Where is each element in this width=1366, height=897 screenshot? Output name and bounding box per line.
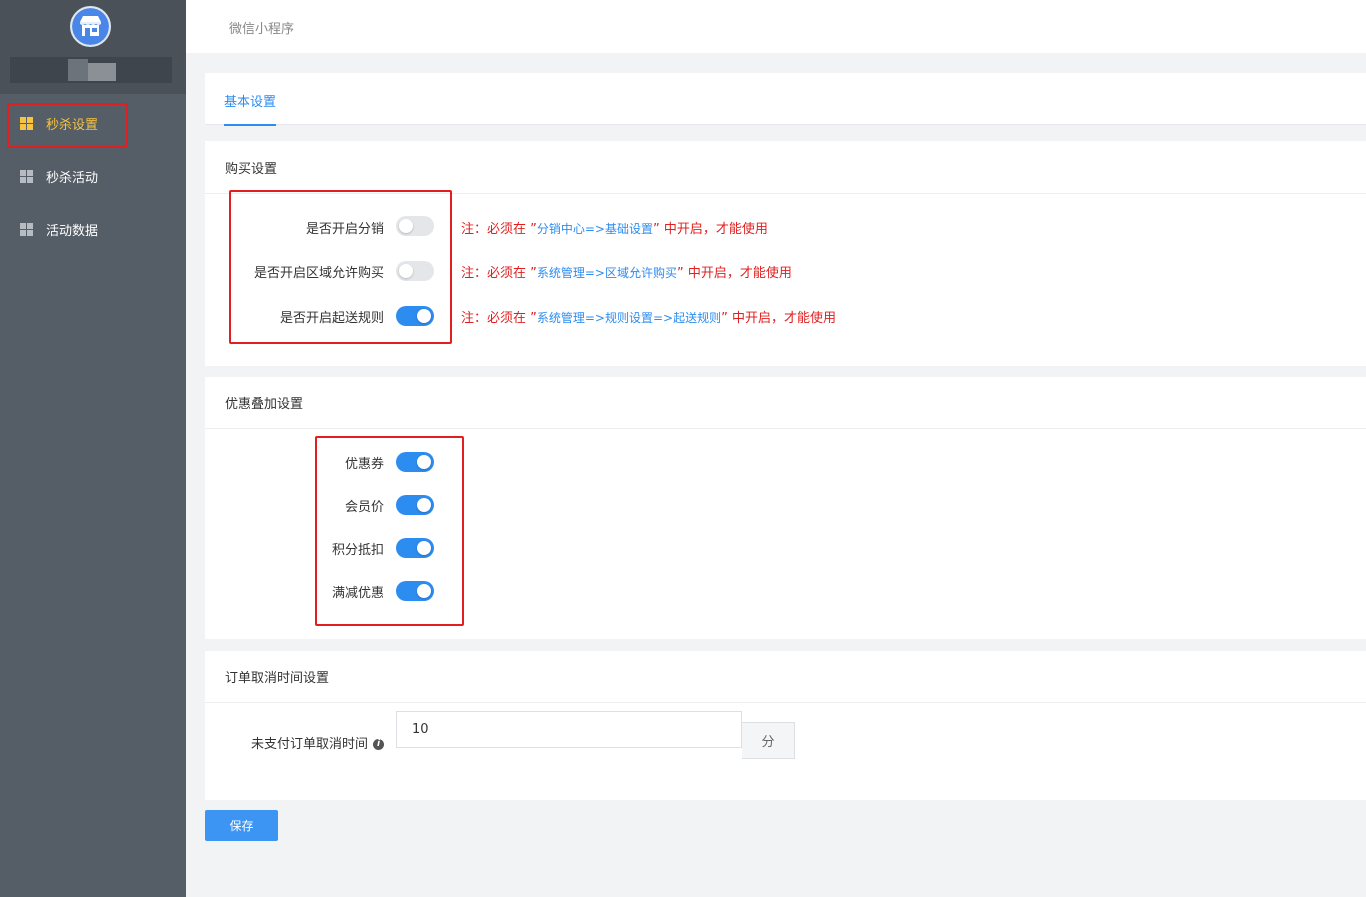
tab-basic-settings[interactable]: 基本设置 [224,91,277,126]
points-deduction-label: 积分抵扣 [331,543,384,558]
panel-title: 订单取消时间设置 [205,651,1366,703]
grid-icon [20,222,33,236]
distribution-note: 注：必须在 ”分销中心=>基础设置” 中开启，才能使用 [461,222,768,237]
unit-addon: 分 [742,722,795,759]
distribution-label: 是否开启分销 [305,222,384,237]
delivery-rule-note: 注：必须在 ”系统管理=>规则设置=>起送规则” 中开启，才能使用 [461,311,836,326]
info-icon[interactable]: i [373,739,384,750]
sidebar-item-label: 秒杀设置 [46,117,99,133]
member-price-label: 会员价 [344,500,384,515]
tabs-bar: 基本设置 [205,73,1366,126]
region-purchase-note: 注：必须在 ”系统管理=>区域允许购买” 中开启，才能使用 [461,266,792,281]
sidebar-item-label: 活动数据 [46,223,99,239]
purchase-settings-panel: 购买设置 [205,141,1366,366]
breadcrumb[interactable]: 微信小程序 [229,18,294,37]
sidebar-item-seckill-activity[interactable]: 秒杀活动 [0,156,186,196]
sidebar-header [0,0,186,94]
distribution-toggle[interactable] [396,216,434,236]
member-price-toggle[interactable] [396,495,434,515]
sidebar-item-seckill-settings[interactable]: 秒杀设置 [0,103,186,143]
coupon-toggle[interactable] [396,452,434,472]
sidebar: 秒杀设置 秒杀活动 活动数据 [0,0,186,897]
grid-icon [20,116,33,130]
cancel-time-input[interactable]: 10 [396,711,742,748]
points-deduction-toggle[interactable] [396,538,434,558]
grid-icon [20,169,33,183]
panel-title: 优惠叠加设置 [205,377,1366,429]
sidebar-item-label: 秒杀活动 [46,170,99,186]
top-bar: 微信小程序 [186,0,1366,53]
store-logo-icon[interactable] [70,6,111,47]
cancel-time-label: 未支付订单取消时间 i [251,733,384,752]
full-reduction-toggle[interactable] [396,581,434,601]
region-purchase-label: 是否开启区域允许购买 [253,266,384,281]
coupon-label: 优惠券 [344,457,384,472]
sidebar-item-activity-data[interactable]: 活动数据 [0,209,186,249]
full-reduction-label: 满减优惠 [331,586,384,601]
delivery-rule-label: 是否开启起送规则 [279,311,384,326]
panel-title: 购买设置 [205,141,1366,194]
region-purchase-toggle[interactable] [396,261,434,281]
shop-name-redacted [10,57,172,83]
save-button[interactable]: 保存 [205,810,278,841]
delivery-rule-toggle[interactable] [396,306,434,326]
